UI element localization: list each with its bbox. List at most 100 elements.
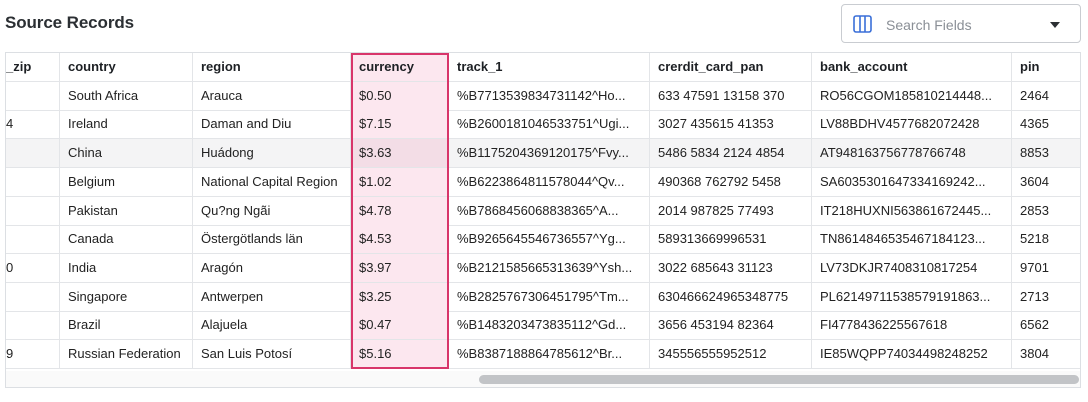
table-row[interactable]: Pakistan Qu?ng Ngãi $4.78 %B786845606883836…: [6, 196, 1080, 226]
cell-credit-card-pan: 2014 987825 77493: [650, 196, 812, 225]
cell-track-1: %B1175204369120175^Fvy...: [449, 139, 650, 168]
cell-pin: 2464: [1012, 82, 1080, 110]
table-row[interactable]: 9 Russian Federation San Luis Potosí $5.16%…: [6, 340, 1080, 369]
cell-credit-card-pan: 5486 5834 2124 4854: [650, 139, 812, 168]
cell-pin: 4365: [1012, 110, 1080, 138]
table-row[interactable]: Belgium National Capital Region $1.02 %B622…: [6, 167, 1080, 197]
cell-track-1: %B6223864811578044^Qv...: [449, 167, 650, 196]
cell-region: Aragón: [193, 253, 351, 282]
cell-zip: [6, 139, 60, 168]
column-header-track-1[interactable]: track_1: [449, 53, 650, 81]
cell-region: Östergötlands län: [193, 225, 351, 254]
cell-country: China: [60, 139, 193, 168]
scrollbar-thumb[interactable]: [479, 375, 1079, 384]
column-header-credit-card-pan[interactable]: crerdit_card_pan: [650, 53, 812, 81]
cell-zip: [6, 311, 60, 340]
cell-region: Antwerpen: [193, 282, 351, 311]
cell-country: South Africa: [60, 81, 193, 110]
cell-currency: $4.78: [351, 196, 449, 225]
cell-pin: 8853: [1012, 139, 1080, 167]
cell-country: Canada: [60, 225, 193, 254]
chevron-down-icon[interactable]: [1050, 22, 1060, 28]
cell-credit-card-pan: 630466624965348775: [650, 282, 812, 311]
cell-track-1: %B7713539834731142^Ho...: [449, 81, 650, 110]
cell-bank-account: AT948163756778766748: [812, 139, 1012, 168]
cell-currency: $1.02: [351, 167, 449, 196]
cell-currency: $4.53: [351, 225, 449, 254]
cell-country: Singapore: [60, 282, 193, 311]
column-header-bank-account[interactable]: bank_account: [812, 53, 1012, 81]
records-table: _zip country region currency track_1 crerdit_…: [5, 52, 1081, 388]
cell-country: Pakistan: [60, 196, 193, 225]
cell-track-1: %B1483203473835112^Gd...: [449, 311, 650, 340]
cell-country: Russian Federation: [60, 340, 193, 368]
table-row[interactable]: China Huádong $3.63 %B1175204369120175^Fvy.…: [6, 139, 1080, 169]
horizontal-scrollbar[interactable]: [6, 371, 1080, 387]
table-row[interactable]: 0 India Aragón $3.97 %B2121585665313639^Ysh.…: [6, 253, 1080, 283]
column-header-zip[interactable]: _zip: [6, 53, 60, 81]
cell-zip: 4: [6, 110, 60, 139]
cell-bank-account: SA603530164733416924​2...: [812, 167, 1012, 196]
cell-region: Daman and Diu: [193, 110, 351, 139]
table-header-row: _zip country region currency track_1 crerdit_…: [6, 53, 1080, 82]
cell-country: Brazil: [60, 311, 193, 340]
table-row[interactable]: Canada Östergötlands län $4.53 %B9265645546…: [6, 225, 1080, 255]
cell-bank-account: TN8614846535467184123...: [812, 225, 1012, 254]
panel-title: Source Records: [5, 13, 134, 32]
cell-zip: 9: [6, 340, 60, 368]
cell-track-1: %B2825767306451795^Tm...: [449, 282, 650, 311]
cell-region: Huádong: [193, 139, 351, 168]
cell-pin: 3804: [1012, 340, 1080, 368]
cell-bank-account: PL6214971153857919186​3...: [812, 282, 1012, 311]
cell-pin: 9701: [1012, 254, 1080, 282]
cell-zip: [6, 225, 60, 254]
table-row[interactable]: 4 Ireland Daman and Diu $7.15 %B260018104653…: [6, 110, 1080, 140]
cell-zip: [6, 282, 60, 311]
cell-zip: [6, 167, 60, 196]
table-row[interactable]: South Africa Arauca $0.50 %B771353983473114…: [6, 81, 1080, 111]
column-header-pin[interactable]: pin: [1012, 53, 1080, 81]
cell-currency: $0.47: [351, 311, 449, 340]
cell-track-1: %B9265645546736557^Yg...: [449, 225, 650, 254]
cell-zip: 0: [6, 253, 60, 282]
cell-track-1: %B8387188864785612^Br...: [449, 340, 650, 368]
cell-currency: $5.16: [351, 340, 449, 368]
columns-icon: [853, 15, 872, 33]
table-row[interactable]: Brazil Alajuela $0.47 %B1483203473835112^Gd…: [6, 311, 1080, 341]
cell-region: Arauca: [193, 81, 351, 110]
search-fields-placeholder: Search Fields: [886, 17, 972, 33]
cell-currency: $7.15: [351, 110, 449, 139]
cell-pin: 6562: [1012, 311, 1080, 339]
cell-country: India: [60, 253, 193, 282]
cell-currency: $3.25: [351, 282, 449, 311]
cell-zip: [6, 81, 60, 110]
cell-credit-card-pan: 3027 435615 41353: [650, 110, 812, 139]
cell-credit-card-pan: 589313669996531: [650, 225, 812, 254]
cell-bank-account: LV73DKJR7408310817254: [812, 253, 1012, 282]
cell-bank-account: LV88BDHV4577682072428: [812, 110, 1012, 139]
cell-credit-card-pan: 3022 685643 31123: [650, 253, 812, 282]
cell-pin: 2713: [1012, 283, 1080, 311]
column-header-currency[interactable]: currency: [351, 53, 449, 81]
cell-track-1: %B2600181046533751^Ugi...: [449, 110, 650, 139]
cell-currency: $3.63: [351, 139, 449, 168]
cell-credit-card-pan: 490368 762792 5458: [650, 167, 812, 196]
cell-bank-account: RO56CGOM185810214448...: [812, 81, 1012, 110]
cell-pin: 3604: [1012, 168, 1080, 196]
cell-track-1: %B2121585665313639^Ysh...: [449, 253, 650, 282]
cell-region: National Capital Region: [193, 167, 351, 196]
column-header-region[interactable]: region: [193, 53, 351, 81]
search-fields-select[interactable]: Search Fields: [841, 4, 1081, 43]
cell-region: Qu?ng Ngãi: [193, 196, 351, 225]
cell-region: Alajuela: [193, 311, 351, 340]
table-row[interactable]: Singapore Antwerpen $3.25 %B282576730645179…: [6, 282, 1080, 312]
column-header-country[interactable]: country: [60, 53, 193, 81]
cell-pin: 2853: [1012, 197, 1080, 225]
cell-currency: $3.97: [351, 253, 449, 282]
cell-country: Ireland: [60, 110, 193, 139]
cell-credit-card-pan: 633 47591 13158 370: [650, 81, 812, 110]
cell-country: Belgium: [60, 167, 193, 196]
cell-bank-account: IT218HUXNI563861672445...: [812, 196, 1012, 225]
cell-credit-card-pan: 3656 453194 82364: [650, 311, 812, 340]
cell-currency: $0.50: [351, 81, 449, 110]
